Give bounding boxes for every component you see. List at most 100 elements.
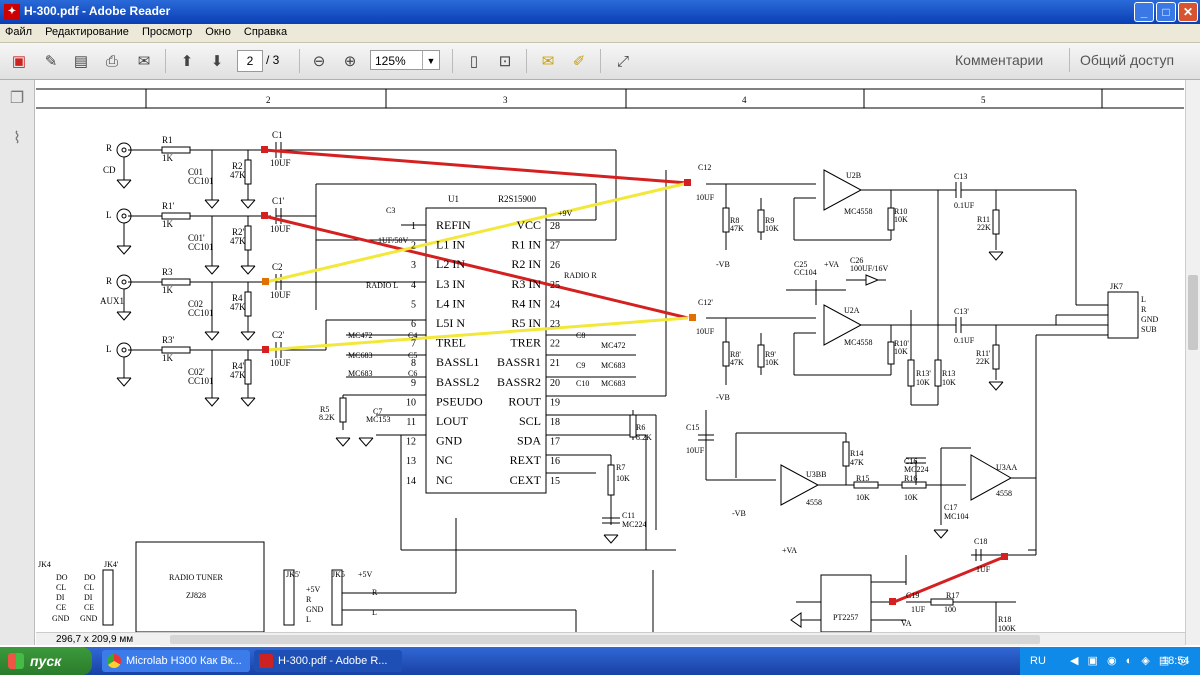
email-icon[interactable]: ✉ [133,50,155,72]
taskbar-item-reader[interactable]: H-300.pdf - Adobe R... [254,650,402,672]
fit-page-icon[interactable]: ▯ [463,50,485,72]
menu-view[interactable]: Просмотр [137,24,197,40]
ic-pin-number: 23 [550,319,560,330]
page-down-icon[interactable]: ⬇ [206,50,228,72]
menu-edit[interactable]: Редактирование [40,24,134,40]
attachments-icon[interactable]: ⌇ [8,128,26,148]
menu-help[interactable]: Справка [239,24,292,40]
pages-panel-icon[interactable]: ❐ [8,88,26,108]
value-label: 100K [998,624,1016,632]
ic-pin-number: 15 [550,476,560,487]
col-label: 5 [981,95,986,105]
page-number-input[interactable]: 2 [237,50,263,72]
ic-pin-name: TRER [510,336,541,350]
value-label: 47K [850,458,864,467]
value-label: MC472 [601,341,625,350]
value-label: MC104 [944,512,968,521]
fit-width-icon[interactable]: ⊡ [494,50,516,72]
pin-label: SUB [1141,325,1157,334]
ref-label: R6 [636,423,645,432]
value-label: 22K [976,357,990,366]
value-label: 100UF/16V [850,264,888,273]
ic-pin-number: 5 [411,299,416,310]
ic-pin-name: NC [436,453,453,467]
value-label: 10K [904,493,918,502]
value-label: -VB [732,509,746,518]
col-label: 4 [742,95,747,105]
fullscreen-icon[interactable]: ⤢ [612,50,634,72]
maximize-button[interactable]: □ [1156,2,1176,22]
scroll-thumb[interactable] [1188,275,1198,350]
value-label: 8.2K [636,433,652,442]
ic-pin-name: BASSL1 [436,355,479,369]
ic-pin-name: R1 IN [511,238,541,252]
value-label: CC101 [188,176,214,186]
value-label: 0.1UF [954,336,975,345]
task-label: H-300.pdf - Adobe R... [278,655,388,667]
zoom-in-icon[interactable]: ⊕ [339,50,361,72]
pin-label: R [372,588,378,597]
edit-icon[interactable]: ✎ [40,50,62,72]
value-label: MC4558 [844,207,872,216]
value-label: 1K [162,219,174,229]
ref-label: C2 [272,262,283,272]
create-pdf-icon[interactable]: ▣ [8,50,30,72]
ic-pin-name: L3 IN [436,277,465,291]
col-label: 2 [266,95,271,105]
windows-logo-icon [8,653,24,669]
ref-label: R1' [162,201,175,211]
value-label: 1K [162,353,174,363]
value-label: 10K [942,378,956,387]
page-up-icon[interactable]: ⬆ [176,50,198,72]
highlight-icon[interactable]: ✐ [568,50,590,72]
value-label: CC101 [188,242,214,252]
value-label: 22K [977,223,991,232]
ref-label: C19 [906,591,919,600]
comments-link[interactable]: Комментарии [955,52,1043,68]
start-label: пуск [30,653,62,669]
vertical-scrollbar[interactable] [1185,80,1200,645]
jack-label: R [106,276,112,286]
ic-pin-number: 16 [550,456,560,467]
close-button[interactable]: ✕ [1178,2,1198,22]
start-button[interactable]: пуск [0,647,92,675]
ic-ref: U1 [448,194,459,204]
menu-file[interactable]: Файл [0,24,37,40]
title-bar: ✦ H-300.pdf - Adobe Reader _ □ ✕ [0,0,1200,24]
ic-pin-number: 28 [550,221,560,232]
value-label: 10K [765,224,779,233]
net-label: RADIO R [564,271,597,280]
chevron-down-icon[interactable]: ▼ [422,51,439,69]
horizontal-scrollbar[interactable] [160,632,1185,646]
ic-pin-number: 1 [411,221,416,232]
zoom-out-icon[interactable]: ⊖ [308,50,330,72]
menu-window[interactable]: Окно [200,24,236,40]
value-label: 10K [894,347,908,356]
print-icon[interactable]: ⎙ [101,50,123,72]
module-label: ZJ828 [186,591,206,600]
scroll-thumb[interactable] [170,635,1040,644]
ic-pin-number: 19 [550,397,560,408]
pin-label: +5V [306,585,321,594]
save-icon[interactable]: ▤ [70,50,92,72]
value-label: +VA [824,260,839,269]
input-name: CD [103,165,116,175]
bus-label: GND [80,614,98,623]
schematic-drawing: 2 3 4 5 R CD L R AUX1 L R1 1K R1' 1K R3 … [36,88,1184,632]
bus-label: CL [56,583,66,592]
taskbar-item-browser[interactable]: Microlab H300 Как Вк... [102,650,250,672]
zoom-select[interactable]: 125% ▼ [370,50,440,70]
value-label: CC104 [794,268,817,277]
ic-pin-name: BASSR1 [497,355,541,369]
document-view[interactable]: 2 3 4 5 R CD L R AUX1 L R1 1K R1' 1K R3 … [36,80,1184,632]
minimize-button[interactable]: _ [1134,2,1154,22]
ref-label: C18 [974,537,987,546]
comment-icon[interactable]: ✉ [537,50,559,72]
value-label: 1K [162,153,174,163]
language-indicator[interactable]: RU [1030,647,1046,675]
value-label: 1UF [911,605,926,614]
ic-pin-name: L5I N [436,316,465,330]
share-link[interactable]: Общий доступ [1080,52,1174,68]
ref-label: JK4 [38,560,51,569]
ref-label: R15 [856,474,869,483]
